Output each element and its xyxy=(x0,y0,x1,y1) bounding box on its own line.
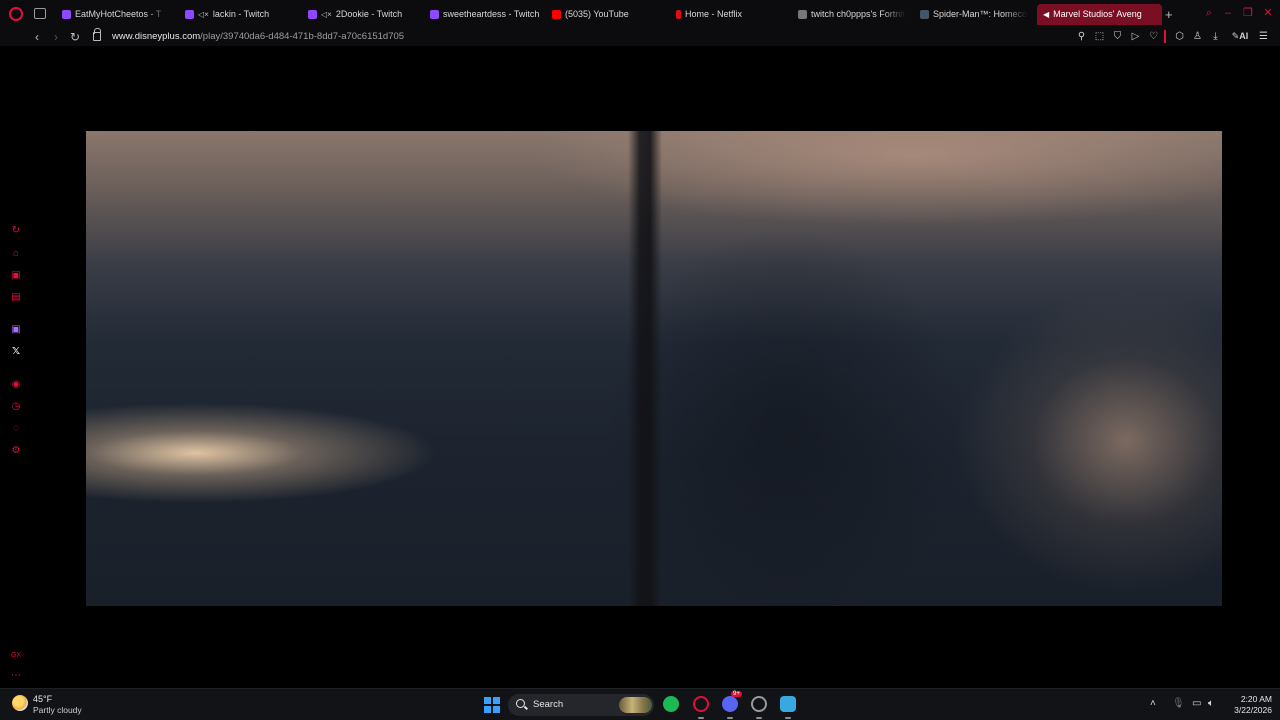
messenger-icon[interactable]: ▣ xyxy=(10,270,22,282)
tab-label: Marvel Studios' Aveng xyxy=(1053,9,1142,19)
speaker-icon[interactable]: ◀ xyxy=(1043,4,1049,25)
taskbar-search[interactable]: Search xyxy=(508,694,654,716)
tab-label: sweetheartdess - Twitch xyxy=(443,9,540,19)
download-icon[interactable]: ⤓ xyxy=(1209,30,1222,43)
windows-start-icon[interactable] xyxy=(484,697,500,713)
play-icon[interactable]: ▷ xyxy=(1129,30,1142,43)
tab-sweetheartdess[interactable]: sweetheartdess - Twitch xyxy=(428,4,540,25)
restore-icon[interactable]: ❐ xyxy=(1242,7,1254,19)
video-player[interactable] xyxy=(86,131,1222,606)
pinboard-icon[interactable]: ◌ xyxy=(10,423,22,435)
discord-icon[interactable]: 9+ xyxy=(722,691,742,712)
tab-label: Home - Netflix xyxy=(685,9,743,19)
microphone-icon[interactable]: 🎙︎ xyxy=(1172,698,1185,710)
new-tab-button[interactable]: + xyxy=(1165,7,1173,22)
twitch-icon[interactable]: ▣ xyxy=(10,324,22,336)
lock-icon[interactable] xyxy=(93,28,101,41)
minimize-icon[interactable]: – xyxy=(1222,7,1234,19)
tab-marvel-avengers[interactable]: ◀ Marvel Studios' Aveng xyxy=(1037,4,1162,25)
tab-eatmyhotcheetos[interactable]: EatMyHotCheetos - T xyxy=(60,4,170,25)
steam-icon[interactable] xyxy=(751,696,767,712)
tab-lackin[interactable]: ◁× lackin - Twitch xyxy=(183,4,293,25)
mail-icon[interactable]: ▤ xyxy=(10,292,22,304)
file-app-icon[interactable] xyxy=(780,696,796,712)
tab-strip: EatMyHotCheetos - T ◁× lackin - Twitch ◁… xyxy=(0,0,1280,28)
url-field[interactable]: www.disneyplus.com/play/39740da6-d484-47… xyxy=(112,30,404,44)
back-icon[interactable]: ‹ xyxy=(35,29,39,45)
x-twitter-icon[interactable]: 𝕏 xyxy=(10,346,22,358)
menu-icon[interactable]: ☰ xyxy=(1257,30,1270,43)
opera-gx-icon[interactable] xyxy=(693,696,709,712)
tab-label: lackin - Twitch xyxy=(212,9,270,19)
clock-date[interactable]: 3/22/2026 xyxy=(1226,705,1272,715)
tab-label: (5035) YouTube xyxy=(565,9,629,19)
clock-time[interactable]: 2:20 AM xyxy=(1232,694,1272,704)
more-icon[interactable]: ⋯ xyxy=(10,670,22,682)
chevron-up-icon[interactable]: ˄ xyxy=(1150,698,1156,710)
address-bar: ‹ › ↻ www.disneyplus.com/play/39740da6-d… xyxy=(0,28,1280,46)
taskbar: 45°F Partly cloudy Search 9+ ˄ 🎙︎ ▭ 🔈︎ 2… xyxy=(0,688,1280,720)
tab-netflix[interactable]: Home - Netflix xyxy=(674,4,784,25)
weather-desc[interactable]: Partly cloudy xyxy=(33,705,82,715)
tab-spider-man[interactable]: Spider-Man™: Homecom xyxy=(918,4,1028,25)
url-path: /play/39740da6-d484-471b-8dd7-a70c6151d7… xyxy=(200,31,405,42)
weather-temp[interactable]: 45°F xyxy=(33,694,52,704)
twitch-icon xyxy=(430,10,439,19)
youtube-icon xyxy=(552,10,561,19)
spotify-icon[interactable] xyxy=(663,696,679,712)
profile-icon[interactable]: ♙ xyxy=(1191,30,1204,43)
opera-logo-icon[interactable] xyxy=(9,7,23,21)
search-icon xyxy=(516,699,525,708)
tab-fortnite[interactable]: twitch ch0ppps's Fortnit xyxy=(796,4,906,25)
tab-youtube[interactable]: (5035) YouTube xyxy=(550,4,660,25)
tab-label: 2Dookie - Twitch xyxy=(335,9,403,19)
snapshot-icon[interactable]: ⬚ xyxy=(1093,30,1106,43)
display-icon[interactable]: ▭ xyxy=(1192,698,1201,710)
weather-icon[interactable] xyxy=(12,695,28,711)
history-icon[interactable]: ◷ xyxy=(10,401,22,413)
tab-2dookie[interactable]: ◁× 2Dookie - Twitch xyxy=(306,4,416,25)
close-icon[interactable]: ✕ xyxy=(1262,7,1274,19)
tab-search-icon[interactable]: ⌕ xyxy=(1203,7,1215,19)
gx-corner-icon[interactable]: GX xyxy=(10,650,22,662)
twitch-icon xyxy=(185,10,194,19)
extensions-icon[interactable]: ⬡ xyxy=(1173,30,1186,43)
url-host: www.disneyplus.com xyxy=(112,31,201,42)
tab-menu-icon[interactable] xyxy=(34,8,46,19)
speaker-icon[interactable]: 🔈︎ xyxy=(1208,698,1214,710)
settings-icon[interactable]: ⚙ xyxy=(10,445,22,457)
discord-badge: 9+ xyxy=(731,691,742,697)
twitch-icon xyxy=(62,10,71,19)
forward-icon[interactable]: › xyxy=(54,29,58,45)
netflix-icon xyxy=(676,10,681,19)
player-icon[interactable]: ◉ xyxy=(10,379,22,391)
toolbar-divider xyxy=(1164,30,1166,43)
search-highlight-image xyxy=(619,697,652,713)
sidebar: ↻ ⌂ ▣ ▤ ▣ 𝕏 ◉ ◷ ◌ ⚙ GX ⋯ xyxy=(0,46,32,688)
page-icon xyxy=(798,10,807,19)
muted-speaker-icon[interactable]: ◁× xyxy=(321,4,332,25)
muted-speaker-icon[interactable]: ◁× xyxy=(198,4,209,25)
refresh-icon[interactable]: ↻ xyxy=(10,225,22,237)
page-icon xyxy=(920,10,929,19)
search-label: Search xyxy=(533,699,564,710)
twitch-icon xyxy=(308,10,317,19)
shopping-icon[interactable]: ⌂ xyxy=(10,248,22,260)
heart-icon[interactable]: ♡ xyxy=(1147,30,1160,43)
aria-ai-button[interactable]: ✎AI xyxy=(1229,30,1251,43)
bookmark-icon[interactable]: ⚲ xyxy=(1075,30,1088,43)
reload-icon[interactable]: ↻ xyxy=(70,29,80,45)
shield-icon[interactable]: ⛉ xyxy=(1111,30,1124,43)
